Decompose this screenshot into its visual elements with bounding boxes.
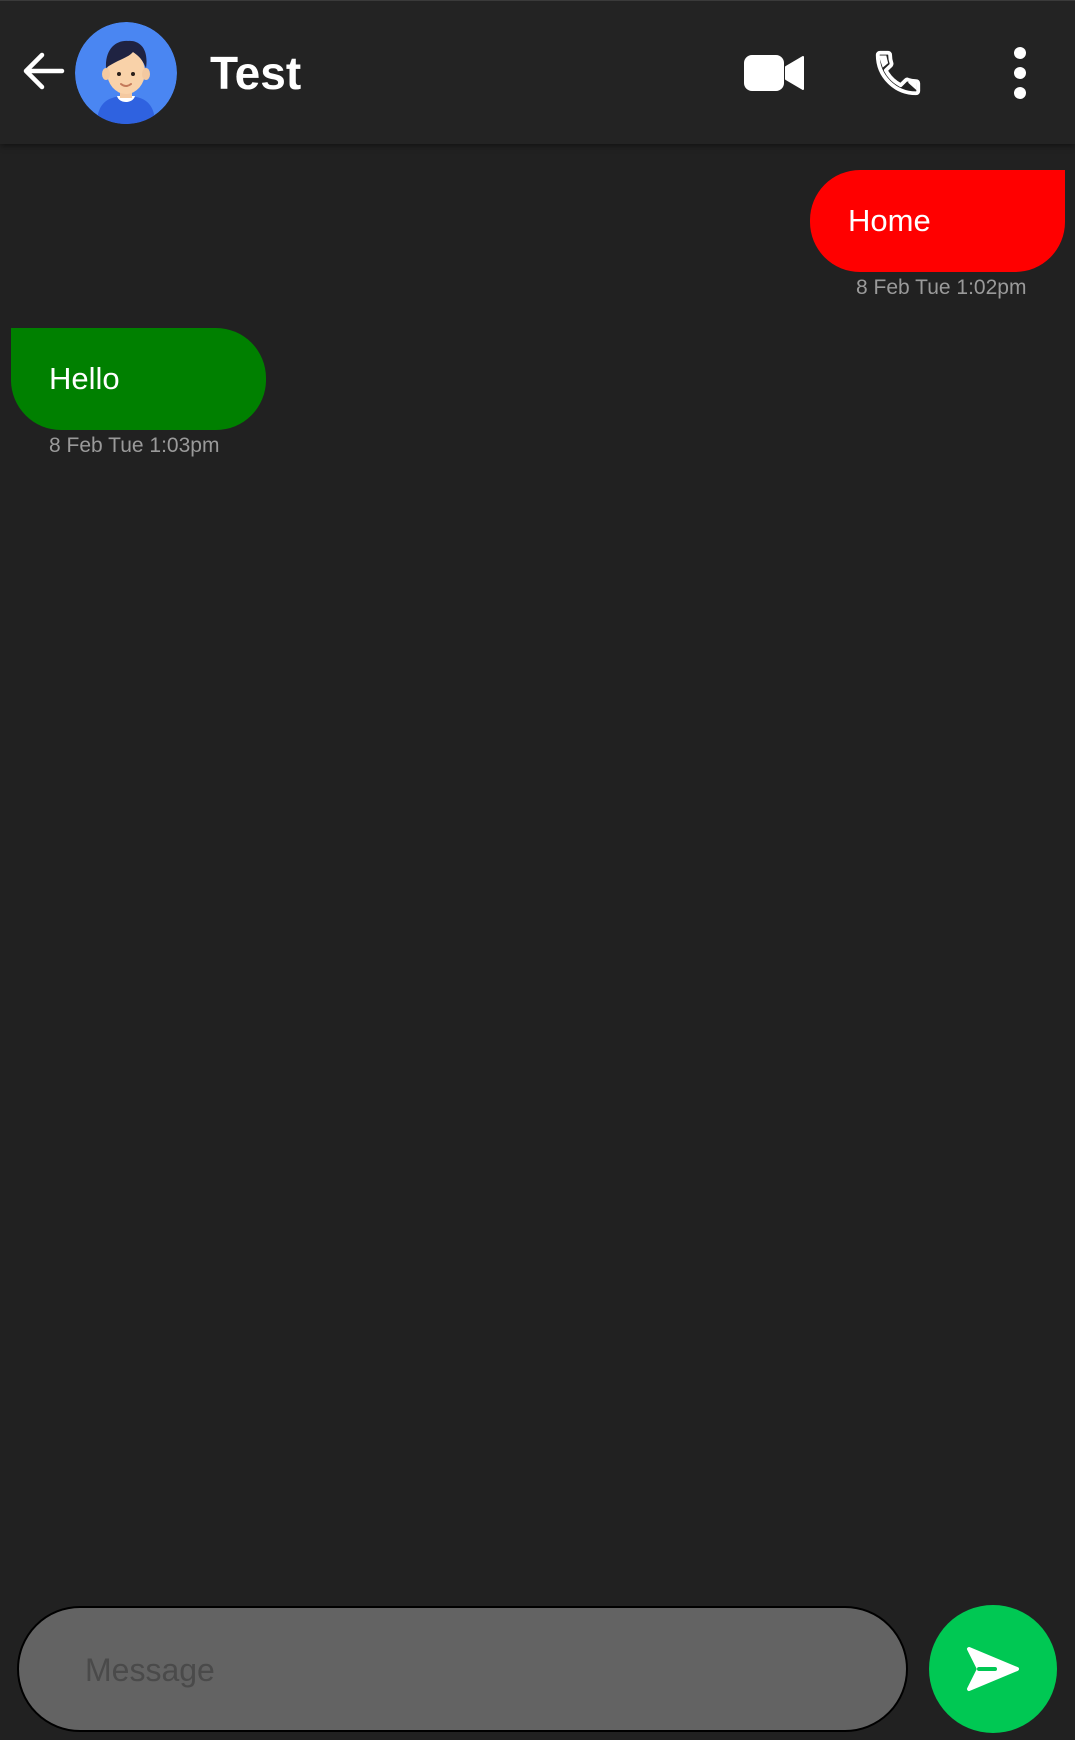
voice-call-button[interactable] [862, 37, 934, 109]
message-timestamp: 8 Feb Tue 1:03pm [49, 434, 220, 457]
message-timestamp: 8 Feb Tue 1:02pm [856, 276, 1027, 299]
more-options-button[interactable] [984, 37, 1056, 109]
video-camera-icon [744, 55, 804, 91]
phone-icon [875, 50, 921, 96]
user-avatar-icon [75, 22, 177, 124]
message-bubble-outgoing[interactable]: Home [810, 170, 1065, 272]
contact-name[interactable]: Test [210, 45, 301, 101]
message-bubble-incoming[interactable]: Hello [11, 328, 266, 430]
send-icon [967, 1647, 1019, 1691]
back-button[interactable] [14, 41, 74, 101]
avatar[interactable] [75, 22, 177, 124]
app-bar: Test [0, 0, 1075, 144]
arrow-left-icon [23, 52, 65, 90]
video-call-button[interactable] [738, 37, 810, 109]
message-input[interactable] [83, 1608, 877, 1732]
message-composer [17, 1606, 908, 1732]
more-vertical-icon [1014, 47, 1026, 99]
chat-screen: Test Home 8 Feb Tue 1:02pm Hello 8 Feb T [0, 0, 1075, 1740]
send-button[interactable] [929, 1605, 1057, 1733]
